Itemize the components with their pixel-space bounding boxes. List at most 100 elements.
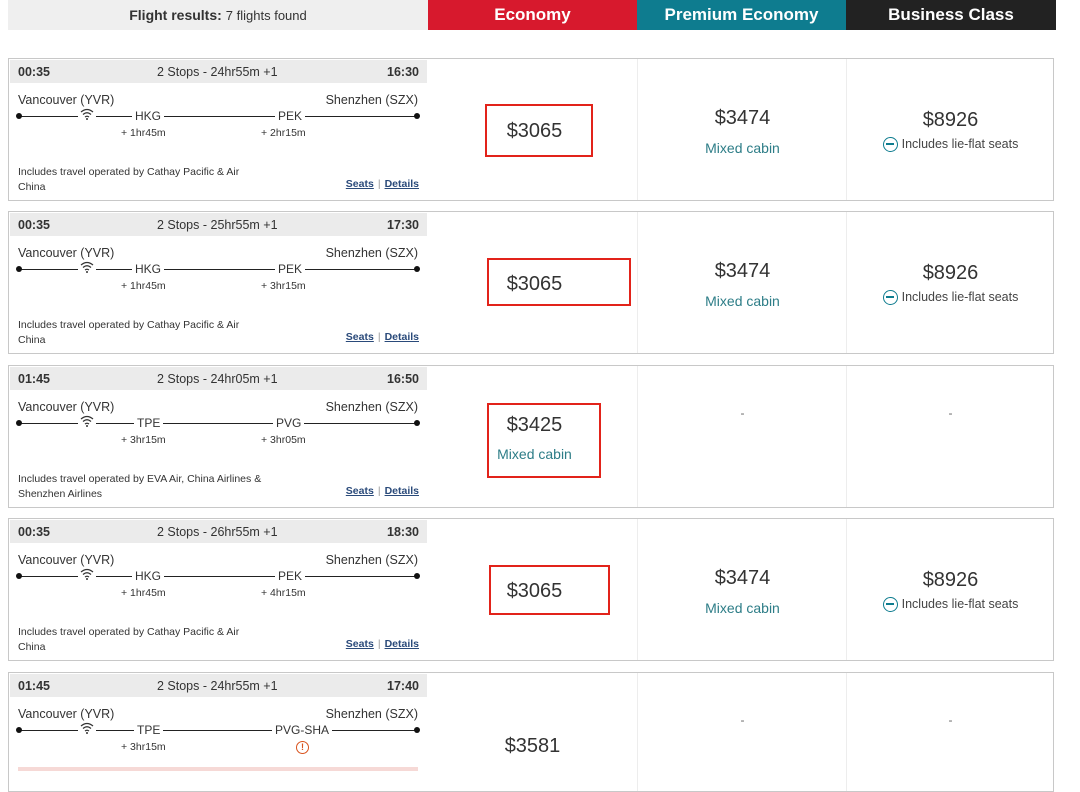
flight-summary-bar: 00:35 2 Stops - 25hr55m +1 17:30 bbox=[10, 213, 427, 236]
link-separator: | bbox=[377, 331, 381, 343]
link-separator: | bbox=[377, 638, 381, 650]
results-count: 7 flights found bbox=[225, 7, 307, 23]
premium-economy-fare[interactable]: $3474 Mixed cabin bbox=[637, 519, 847, 660]
layover-1: + 3hr15m bbox=[121, 434, 166, 446]
operated-by-note: Includes travel operated by Cathay Pacif… bbox=[18, 319, 240, 346]
arrival-time: 18:30 bbox=[387, 525, 419, 539]
arrival-time: 17:30 bbox=[387, 218, 419, 232]
economy-fare[interactable]: $3425 Mixed cabin bbox=[428, 366, 637, 507]
arrival-time: 16:50 bbox=[387, 372, 419, 386]
lie-flat-text: Includes lie-flat seats bbox=[901, 137, 1019, 151]
departure-time: 01:45 bbox=[18, 679, 50, 693]
lie-flat-note: Includes lie-flat seats bbox=[847, 290, 1054, 305]
flight-card: 01:45 2 Stops - 24hr55m +1 17:40 Vancouv… bbox=[8, 672, 1054, 792]
economy-fare[interactable]: $3065 bbox=[428, 59, 637, 200]
premium-price: $3474 bbox=[714, 567, 771, 589]
link-separator: | bbox=[377, 178, 381, 190]
seats-link[interactable]: Seats bbox=[346, 331, 374, 343]
origin-dot bbox=[16, 573, 22, 579]
stop-code-2: PVG bbox=[273, 416, 305, 430]
origin: Vancouver (YVR) bbox=[18, 246, 115, 260]
premium-economy-column-header[interactable]: Premium Economy bbox=[637, 0, 846, 30]
layover-2: + 3hr05m bbox=[261, 434, 306, 446]
economy-price: $3065 bbox=[506, 580, 563, 602]
economy-column-header[interactable]: Economy bbox=[428, 0, 637, 30]
departure-time: 00:35 bbox=[18, 525, 50, 539]
premium-economy-fare[interactable]: $3474 Mixed cabin bbox=[637, 212, 847, 353]
stop-code-2: PEK bbox=[275, 569, 306, 583]
business-class-fare[interactable]: $8926 Includes lie-flat seats bbox=[846, 212, 1054, 353]
wifi-icon bbox=[78, 108, 96, 123]
wifi-icon bbox=[78, 415, 96, 430]
flight-card: 00:35 2 Stops - 26hr55m +1 18:30 Vancouv… bbox=[8, 518, 1054, 661]
flight-itinerary: 00:35 2 Stops - 26hr55m +1 18:30 Vancouv… bbox=[9, 519, 428, 660]
lie-flat-text: Includes lie-flat seats bbox=[901, 290, 1019, 304]
economy-fare[interactable]: $3065 bbox=[428, 519, 637, 660]
business-class-fare[interactable]: $8926 Includes lie-flat seats bbox=[846, 519, 1054, 660]
details-link[interactable]: Details bbox=[385, 331, 419, 343]
business-price: $8926 bbox=[922, 262, 979, 284]
stop-code-2: PEK bbox=[275, 109, 306, 123]
stop-code-1: HKG bbox=[132, 109, 165, 123]
flight-summary-bar: 00:35 2 Stops - 24hr55m +1 16:30 bbox=[10, 60, 427, 83]
flight-itinerary: 01:45 2 Stops - 24hr05m +1 16:50 Vancouv… bbox=[9, 366, 428, 507]
results-header: Flight results: 7 flights found Economy … bbox=[8, 0, 1056, 30]
seats-link[interactable]: Seats bbox=[346, 485, 374, 497]
business-class-fare[interactable]: $8926 Includes lie-flat seats bbox=[846, 59, 1054, 200]
details-link[interactable]: Details bbox=[385, 638, 419, 650]
details-link[interactable]: Details bbox=[385, 485, 419, 497]
alert-strip bbox=[18, 767, 418, 771]
origin-dot bbox=[16, 266, 22, 272]
lie-flat-seat-icon bbox=[882, 290, 898, 305]
premium-economy-fare[interactable]: $3474 Mixed cabin bbox=[637, 59, 847, 200]
flight-results-summary: Flight results: 7 flights found bbox=[8, 0, 428, 30]
business-price: $8926 bbox=[922, 109, 979, 131]
flight-summary-bar: 01:45 2 Stops - 24hr55m +1 17:40 bbox=[10, 674, 427, 697]
layover-1: + 1hr45m bbox=[121, 587, 166, 599]
wifi-icon bbox=[78, 568, 96, 583]
stop-code-1: TPE bbox=[134, 723, 164, 737]
lie-flat-seat-icon bbox=[882, 137, 898, 152]
stops-duration: 2 Stops - 25hr55m +1 bbox=[157, 218, 278, 232]
warning-icon[interactable]: ! bbox=[296, 741, 309, 754]
wifi-icon bbox=[78, 261, 96, 276]
lie-flat-note: Includes lie-flat seats bbox=[847, 597, 1054, 612]
seats-link[interactable]: Seats bbox=[346, 638, 374, 650]
flight-summary-bar: 00:35 2 Stops - 26hr55m +1 18:30 bbox=[10, 520, 427, 543]
stop-code-1: HKG bbox=[132, 262, 165, 276]
origin-dot bbox=[16, 727, 22, 733]
premium-economy-fare[interactable]: - bbox=[637, 366, 847, 507]
economy-price: $3425 bbox=[506, 414, 563, 436]
operated-by-note: Includes travel operated by Cathay Pacif… bbox=[18, 626, 240, 653]
origin: Vancouver (YVR) bbox=[18, 553, 115, 567]
economy-fare[interactable]: $3581 bbox=[428, 673, 637, 791]
details-link[interactable]: Details bbox=[385, 178, 419, 190]
origin-dot bbox=[16, 420, 22, 426]
operated-by-note: Includes travel operated by Cathay Pacif… bbox=[18, 166, 240, 193]
business-class-column-header[interactable]: Business Class bbox=[846, 0, 1056, 30]
arrival-time: 16:30 bbox=[387, 65, 419, 79]
origin: Vancouver (YVR) bbox=[18, 400, 115, 414]
layover-1: + 1hr45m bbox=[121, 280, 166, 292]
departure-time: 00:35 bbox=[18, 218, 50, 232]
operated-by-note: Includes travel operated by EVA Air, Chi… bbox=[18, 473, 262, 500]
destination-dot bbox=[414, 266, 420, 272]
layover-2: + 4hr15m bbox=[261, 587, 306, 599]
flight-itinerary: 01:45 2 Stops - 24hr55m +1 17:40 Vancouv… bbox=[9, 673, 428, 791]
premium-economy-fare[interactable]: - bbox=[637, 673, 847, 791]
business-class-fare[interactable]: - bbox=[846, 366, 1054, 507]
card-links: Seats | Details bbox=[346, 331, 419, 343]
seats-link[interactable]: Seats bbox=[346, 178, 374, 190]
business-unavailable: - bbox=[948, 406, 953, 420]
layover-1: + 1hr45m bbox=[121, 127, 166, 139]
departure-time: 01:45 bbox=[18, 372, 50, 386]
premium-price: $3474 bbox=[714, 260, 771, 282]
layover-1: + 3hr15m bbox=[121, 741, 166, 753]
economy-price: $3065 bbox=[506, 120, 563, 142]
economy-fare[interactable]: $3065 bbox=[428, 212, 637, 353]
stops-duration: 2 Stops - 24hr05m +1 bbox=[157, 372, 278, 386]
mixed-cabin-label: Mixed cabin bbox=[705, 140, 780, 156]
business-class-fare[interactable]: - bbox=[846, 673, 1054, 791]
destination-dot bbox=[414, 573, 420, 579]
lie-flat-seat-icon bbox=[882, 597, 898, 612]
